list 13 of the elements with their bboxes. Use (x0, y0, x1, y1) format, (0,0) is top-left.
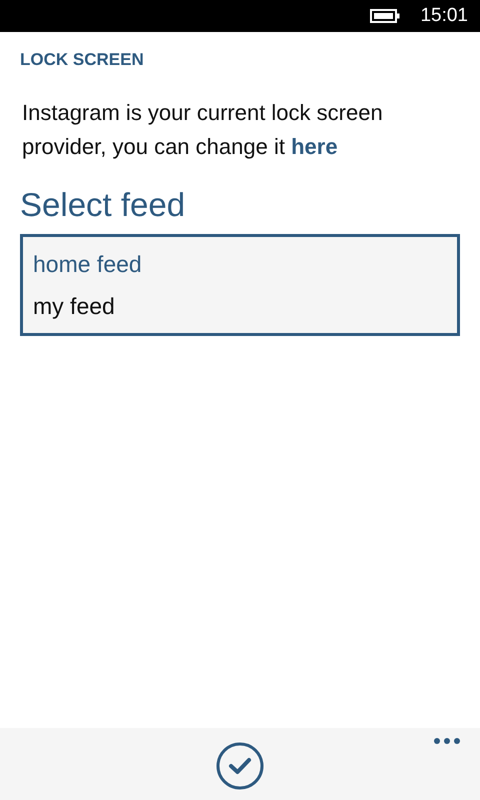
more-icon (434, 738, 460, 744)
picker-label: Select feed (20, 186, 186, 224)
page-title: LOCK SCREEN (20, 50, 145, 70)
feed-list-picker[interactable]: home feed my feed (20, 234, 460, 336)
here-link[interactable]: here (291, 134, 338, 159)
feed-option[interactable]: my feed (33, 285, 447, 327)
more-button[interactable] (434, 736, 460, 746)
confirm-button[interactable] (216, 742, 264, 790)
feed-option[interactable]: home feed (33, 243, 447, 285)
description-text: Instagram is your current lock screen provider, you can change it here (22, 99, 384, 161)
battery-icon (370, 9, 400, 23)
check-icon (216, 742, 264, 790)
clock-time: 15:01 (420, 5, 468, 27)
